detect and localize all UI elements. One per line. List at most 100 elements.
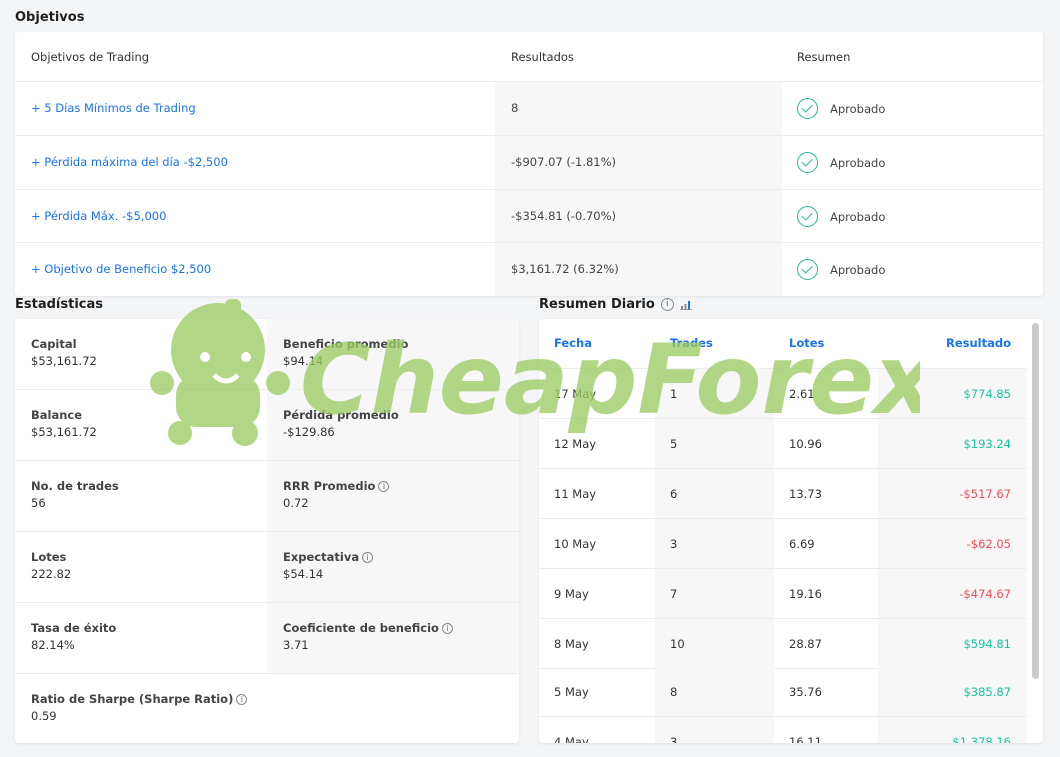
stat-value: 222.82 bbox=[31, 567, 72, 581]
stat-value: 82.14% bbox=[31, 638, 75, 652]
daily-trades: 3 bbox=[670, 735, 678, 743]
daily-lots: 13.73 bbox=[789, 487, 822, 501]
stat-label: Ratio de Sharpe (Sharpe Ratio) bbox=[31, 692, 234, 706]
objective-result-cell: 8 bbox=[495, 82, 782, 135]
objective-result: -$907.07 (-1.81%) bbox=[511, 155, 617, 169]
daily-result: -$62.05 bbox=[966, 537, 1011, 551]
stat-value: 3.71 bbox=[283, 638, 309, 652]
objective-link[interactable]: + 5 Días Mínimos de Trading bbox=[31, 101, 196, 115]
daily-lots: 19.16 bbox=[789, 587, 822, 601]
info-icon[interactable]: i bbox=[378, 480, 390, 492]
daily-header-date[interactable]: Fecha bbox=[554, 336, 592, 350]
daily-trades: 5 bbox=[670, 437, 678, 451]
daily-row: 8 May 10 28.87 $594.81 bbox=[539, 619, 1027, 669]
daily-trades: 8 bbox=[670, 685, 678, 699]
daily-row: 9 May 7 19.16 -$474.67 bbox=[539, 569, 1027, 619]
stat-expectancy: Expectativa i $54.14 bbox=[267, 532, 519, 603]
daily-row: 4 May 3 16.11 $1,378.16 bbox=[539, 717, 1027, 743]
daily-date: 8 May bbox=[554, 637, 589, 651]
stat-capital: Capital $53,161.72 bbox=[15, 319, 267, 390]
bar-chart-icon[interactable] bbox=[679, 299, 693, 310]
daily-header-lots[interactable]: Lotes bbox=[789, 336, 824, 350]
daily-trades: 6 bbox=[670, 487, 678, 501]
objective-result: -$354.81 (-0.70%) bbox=[511, 209, 617, 223]
stat-label-row: Expectativa i bbox=[283, 550, 503, 564]
objectives-header-col3: Resumen bbox=[797, 50, 851, 64]
info-icon[interactable]: i bbox=[362, 551, 374, 563]
stat-label: Coeficiente de beneficio bbox=[283, 621, 439, 635]
stat-value: -$129.86 bbox=[283, 425, 335, 439]
daily-row: 5 May 8 35.76 $385.87 bbox=[539, 667, 1027, 717]
daily-title-row: Resumen Diario i bbox=[539, 297, 693, 312]
objective-status-label: Aprobado bbox=[830, 155, 886, 170]
objective-row: + 5 Días Mínimos de Trading 8 Aprobado bbox=[15, 82, 1043, 136]
daily-result: $193.24 bbox=[963, 437, 1011, 451]
daily-row: 17 May 1 2.61 $774.85 bbox=[539, 369, 1027, 419]
stat-label: Capital bbox=[31, 337, 77, 351]
objective-status-label: Aprobado bbox=[830, 209, 886, 224]
objective-link[interactable]: + Pérdida Máx. -$5,000 bbox=[31, 209, 166, 223]
stat-label: Pérdida promedio bbox=[283, 408, 399, 422]
stat-value: $53,161.72 bbox=[31, 354, 97, 368]
stat-avg-profit: Beneficio promedio $94.14 bbox=[267, 319, 519, 390]
daily-header-trades[interactable]: Trades bbox=[670, 336, 713, 350]
stat-balance: Balance $53,161.72 bbox=[15, 390, 267, 461]
stats-title: Estadísticas bbox=[15, 297, 103, 312]
daily-row: 11 May 6 13.73 -$517.67 bbox=[539, 469, 1027, 519]
daily-lots: 16.11 bbox=[789, 735, 822, 743]
check-circle-icon bbox=[797, 152, 818, 173]
daily-scrollbar[interactable] bbox=[1032, 323, 1039, 679]
stat-profit-factor: Coeficiente de beneficio i 3.71 bbox=[267, 603, 519, 674]
daily-header-row: Fecha Trades Lotes Resultado bbox=[539, 319, 1027, 369]
daily-result: $594.81 bbox=[963, 637, 1011, 651]
stat-value: $94.14 bbox=[283, 354, 324, 368]
daily-date: 4 May bbox=[554, 735, 589, 743]
daily-result: -$474.67 bbox=[959, 587, 1011, 601]
daily-row: 10 May 3 6.69 -$62.05 bbox=[539, 519, 1027, 569]
stat-sharpe-ratio: Ratio de Sharpe (Sharpe Ratio) i 0.59 bbox=[15, 674, 519, 743]
daily-header-result[interactable]: Resultado bbox=[946, 336, 1011, 350]
objectives-header-col1: Objetivos de Trading bbox=[31, 50, 150, 64]
info-icon[interactable]: i bbox=[660, 298, 674, 311]
daily-result: -$517.67 bbox=[959, 487, 1011, 501]
info-icon[interactable]: i bbox=[236, 693, 248, 705]
stat-label: RRR Promedio bbox=[283, 479, 376, 493]
info-icon[interactable]: i bbox=[441, 622, 453, 634]
check-circle-icon bbox=[797, 206, 818, 227]
check-circle-icon bbox=[797, 259, 818, 280]
objective-row: + Pérdida Máx. -$5,000 -$354.81 (-0.70%)… bbox=[15, 190, 1043, 243]
stat-label: Balance bbox=[31, 408, 83, 422]
stat-label-row: Ratio de Sharpe (Sharpe Ratio) i bbox=[31, 692, 503, 706]
daily-date: 5 May bbox=[554, 685, 589, 699]
check-circle-icon bbox=[797, 98, 818, 119]
daily-trades: 3 bbox=[670, 537, 678, 551]
daily-result: $774.85 bbox=[963, 387, 1011, 401]
objectives-title: Objetivos bbox=[15, 10, 85, 25]
objective-row: + Objetivo de Beneficio $2,500 $3,161.72… bbox=[15, 243, 1043, 296]
daily-date: 11 May bbox=[554, 487, 597, 501]
stat-win-rate: Tasa de éxito 82.14% bbox=[15, 603, 267, 674]
stat-avg-loss: Pérdida promedio -$129.86 bbox=[267, 390, 519, 461]
daily-row: 12 May 5 10.96 $193.24 bbox=[539, 419, 1027, 469]
stat-value: 0.59 bbox=[31, 709, 57, 723]
daily-result: $385.87 bbox=[963, 685, 1011, 699]
objective-status: Aprobado bbox=[797, 98, 885, 119]
objective-result-cell: -$354.81 (-0.70%) bbox=[495, 190, 782, 242]
objective-result-cell: -$907.07 (-1.81%) bbox=[495, 136, 782, 189]
objectives-header-col2: Resultados bbox=[511, 50, 574, 64]
daily-date: 10 May bbox=[554, 537, 597, 551]
objective-link[interactable]: + Pérdida máxima del día -$2,500 bbox=[31, 155, 228, 169]
objectives-header-col2-cell: Resultados bbox=[495, 32, 782, 81]
stat-value: 56 bbox=[31, 496, 46, 510]
stat-label: Lotes bbox=[31, 550, 67, 564]
daily-date: 9 May bbox=[554, 587, 589, 601]
objective-link[interactable]: + Objetivo de Beneficio $2,500 bbox=[31, 262, 211, 276]
objectives-table: Objetivos de Trading Resultados Resumen … bbox=[15, 32, 1043, 296]
objective-status: Aprobado bbox=[797, 152, 885, 173]
daily-summary-table: Fecha Trades Lotes Resultado 17 May 1 2.… bbox=[539, 319, 1043, 743]
daily-date: 12 May bbox=[554, 437, 597, 451]
daily-trades: 7 bbox=[670, 587, 678, 601]
objective-status-label: Aprobado bbox=[830, 262, 886, 277]
daily-lots: 6.69 bbox=[789, 537, 815, 551]
stat-label: Tasa de éxito bbox=[31, 621, 117, 635]
